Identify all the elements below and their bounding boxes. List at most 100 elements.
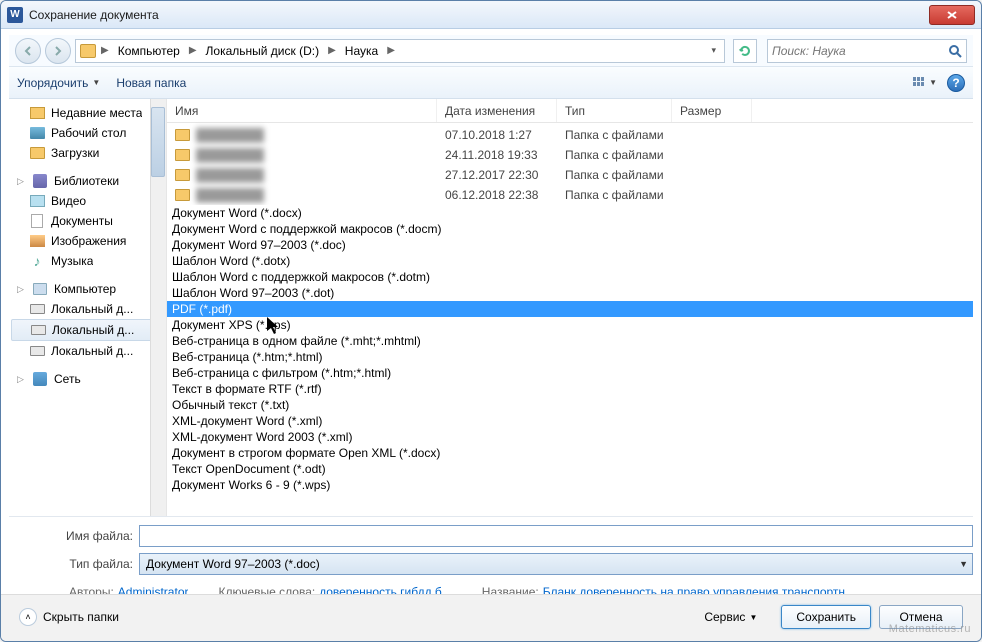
breadcrumb-folder[interactable]: Наука [341, 42, 382, 60]
address-bar: ▶ Компьютер ▶ Локальный диск (D:) ▶ Наук… [9, 35, 973, 67]
grid-icon [913, 77, 927, 89]
filetype-option[interactable]: Веб-страница с фильтром (*.htm;*.html) [167, 365, 973, 381]
search-icon [948, 44, 962, 58]
filetype-option[interactable]: Документ Word с поддержкой макросов (*.d… [167, 221, 973, 237]
word-app-icon: W [7, 7, 23, 23]
save-button[interactable]: Сохранить [781, 605, 871, 629]
save-dialog-window: W Сохранение документа ▶ Компьютер ▶ Лок… [0, 0, 982, 642]
sidebar-item-network[interactable]: ▷Сеть [11, 369, 164, 389]
new-folder-button[interactable]: Новая папка [116, 76, 186, 90]
hide-folders-button[interactable]: ˄ Скрыть папки [19, 608, 119, 626]
chevron-down-icon: ▼ [929, 78, 937, 87]
table-row[interactable]: ████████ 06.12.2018 22:38 Папка с файлам… [167, 185, 973, 205]
filetype-option[interactable]: Документ XPS (*.xps) [167, 317, 973, 333]
sidebar-item-documents[interactable]: Документы [11, 211, 164, 231]
organize-menu[interactable]: Упорядочить ▼ [17, 76, 100, 90]
filetype-option[interactable]: XML-документ Word (*.xml) [167, 413, 973, 429]
sidebar-item-desktop[interactable]: Рабочий стол [11, 123, 164, 143]
filetype-option[interactable]: Документ Word (*.docx) [167, 205, 973, 221]
breadcrumb-computer[interactable]: Компьютер [114, 42, 184, 60]
filetype-option[interactable]: Шаблон Word (*.dotx) [167, 253, 973, 269]
search-box[interactable] [767, 39, 967, 63]
breadcrumb-dropdown-icon[interactable]: ▾ [711, 45, 720, 56]
filename-row: Имя файла: [9, 525, 973, 547]
filetype-option[interactable]: Шаблон Word 97–2003 (*.dot) [167, 285, 973, 301]
sidebar-item-computer[interactable]: ▷Компьютер [11, 279, 164, 299]
sidebar-item-local-drive[interactable]: Локальный д... [11, 299, 164, 319]
filename-input[interactable] [139, 525, 973, 547]
folder-icon [175, 129, 190, 141]
expand-icon: ▷ [17, 176, 26, 187]
search-input[interactable] [772, 44, 948, 58]
breadcrumb-sep: ▶ [98, 45, 112, 56]
table-row[interactable]: ████████ 27.12.2017 22:30 Папка с файлам… [167, 165, 973, 185]
nav-forward-button[interactable] [45, 38, 71, 64]
scrollbar-thumb[interactable] [151, 107, 165, 177]
filetype-option[interactable]: Документ Word 97–2003 (*.doc) [167, 237, 973, 253]
sidebar-scrollbar[interactable] [150, 99, 166, 516]
help-button[interactable]: ? [947, 74, 965, 92]
music-icon: ♪ [29, 254, 45, 268]
table-row[interactable]: ████████ 07.10.2018 1:27 Папка с файлами [167, 125, 973, 145]
arrow-right-icon [51, 44, 65, 58]
filetype-combobox[interactable]: Документ Word 97–2003 (*.doc) ▼ [139, 553, 973, 575]
tools-menu[interactable]: Сервис ▼ [704, 610, 757, 624]
toolbar: Упорядочить ▼ Новая папка ▼ ? [9, 67, 973, 99]
col-name[interactable]: Имя [167, 99, 437, 122]
close-button[interactable] [929, 5, 975, 25]
arrow-left-icon [21, 44, 35, 58]
column-headers: Имя Дата изменения Тип Размер [167, 99, 973, 123]
col-date[interactable]: Дата изменения [437, 99, 557, 122]
filetype-label: Тип файла: [9, 557, 139, 571]
filetype-value: Документ Word 97–2003 (*.doc) [146, 557, 320, 571]
close-icon [946, 10, 958, 20]
folder-icon [175, 189, 190, 201]
sidebar-item-local-drive[interactable]: Локальный д... [11, 341, 164, 361]
watermark: Matematicus.ru [889, 623, 971, 635]
dialog-footer: ˄ Скрыть папки Сервис ▼ Сохранить Отмена… [1, 594, 981, 641]
filetype-option[interactable]: Веб-страница в одном файле (*.mht;*.mhtm… [167, 333, 973, 349]
filetype-option[interactable]: Текст в формате RTF (*.rtf) [167, 381, 973, 397]
filetype-row: Тип файла: Документ Word 97–2003 (*.doc)… [9, 553, 973, 575]
filetype-dropdown-list[interactable]: Документ Word (*.docx)Документ Word с по… [167, 205, 973, 516]
filetype-option[interactable]: Документ в строгом формате Open XML (*.d… [167, 445, 973, 461]
chevron-down-icon: ▼ [959, 559, 968, 569]
nav-back-button[interactable] [15, 38, 41, 64]
sidebar-item-libraries[interactable]: ▷Библиотеки [11, 171, 164, 191]
folder-icon [80, 44, 96, 58]
titlebar: W Сохранение документа [1, 1, 981, 29]
col-type[interactable]: Тип [557, 99, 672, 122]
folder-icon [175, 169, 190, 181]
sidebar-item-music[interactable]: ♪Музыка [11, 251, 164, 271]
filetype-option[interactable]: PDF (*.pdf) [167, 301, 973, 317]
explorer-body: Недавние места Рабочий стол Загрузки ▷Би… [9, 99, 973, 517]
filetype-option[interactable]: Документ Works 6 - 9 (*.wps) [167, 477, 973, 493]
sidebar-item-recent[interactable]: Недавние места [11, 103, 164, 123]
sidebar-item-downloads[interactable]: Загрузки [11, 143, 164, 163]
col-size[interactable]: Размер [672, 99, 752, 122]
expand-icon: ▷ [17, 374, 26, 385]
mouse-cursor [267, 317, 281, 338]
filetype-option[interactable]: Шаблон Word с поддержкой макросов (*.dot… [167, 269, 973, 285]
breadcrumb[interactable]: ▶ Компьютер ▶ Локальный диск (D:) ▶ Наук… [75, 39, 725, 63]
nav-sidebar: Недавние места Рабочий стол Загрузки ▷Би… [9, 99, 167, 516]
view-mode-button[interactable]: ▼ [913, 77, 937, 89]
window-title: Сохранение документа [29, 8, 159, 22]
refresh-icon [738, 44, 752, 58]
chevron-down-icon: ▼ [749, 613, 757, 622]
filename-label: Имя файла: [9, 529, 139, 543]
chevron-down-icon: ▼ [92, 78, 100, 87]
filetype-option[interactable]: XML-документ Word 2003 (*.xml) [167, 429, 973, 445]
filetype-option[interactable]: Текст OpenDocument (*.odt) [167, 461, 973, 477]
sidebar-item-videos[interactable]: Видео [11, 191, 164, 211]
folder-icon [175, 149, 190, 161]
filetype-option[interactable]: Обычный текст (*.txt) [167, 397, 973, 413]
table-row[interactable]: ████████ 24.11.2018 19:33 Папка с файлам… [167, 145, 973, 165]
sidebar-item-local-drive-selected[interactable]: Локальный д... [11, 319, 164, 341]
breadcrumb-drive[interactable]: Локальный диск (D:) [202, 42, 324, 60]
sidebar-item-images[interactable]: Изображения [11, 231, 164, 251]
expand-icon: ▷ [17, 284, 26, 295]
filetype-option[interactable]: Веб-страница (*.htm;*.html) [167, 349, 973, 365]
refresh-button[interactable] [733, 39, 757, 63]
chevron-up-icon: ˄ [19, 608, 37, 626]
